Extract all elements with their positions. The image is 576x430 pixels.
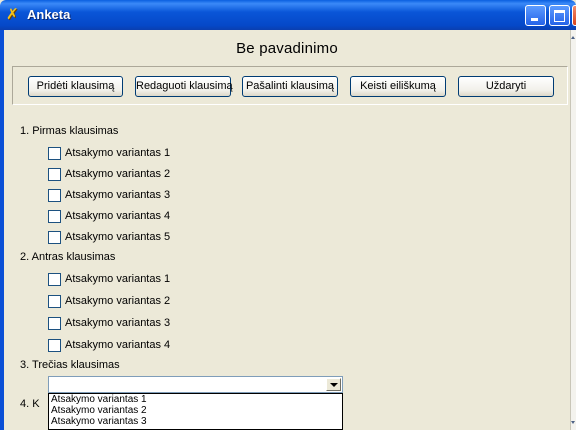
combobox-dropdown[interactable]: Atsakymo variantas 1 Atsakymo variantas … xyxy=(48,393,343,430)
checkbox[interactable] xyxy=(48,146,61,160)
checkbox[interactable] xyxy=(48,272,61,286)
answer-option[interactable]: Atsakymo variantas 2 xyxy=(48,167,170,181)
answer-option[interactable]: Atsakymo variantas 1 xyxy=(48,272,170,286)
checkbox[interactable] xyxy=(48,338,61,352)
answer-option[interactable]: Atsakymo variantas 5 xyxy=(48,230,170,244)
option-label: Atsakymo variantas 5 xyxy=(65,231,171,243)
close-icon[interactable] xyxy=(572,5,576,26)
answer-option[interactable]: Atsakymo variantas 4 xyxy=(48,338,170,352)
option-label: Atsakymo variantas 3 xyxy=(65,317,171,329)
question-label: 3. Trečias klausimas xyxy=(20,359,120,371)
option-label: Atsakymo variantas 2 xyxy=(65,295,171,307)
option-label: Atsakymo variantas 1 xyxy=(65,273,171,285)
answer-option[interactable]: Atsakymo variantas 2 xyxy=(48,294,170,308)
window-title: Anketa xyxy=(27,7,71,22)
option-label: Atsakymo variantas 2 xyxy=(65,168,171,180)
anketa-app-icon[interactable]: ✗ xyxy=(6,6,22,22)
question-label: 4. K xyxy=(20,398,40,410)
chevron-down-icon[interactable] xyxy=(326,378,341,391)
form-title: Be pavadinimo xyxy=(236,40,338,57)
answer-option[interactable]: Atsakymo variantas 1 xyxy=(48,146,170,160)
checkbox[interactable] xyxy=(48,188,61,202)
answer-option[interactable]: Atsakymo variantas 4 xyxy=(48,209,170,223)
dropdown-option[interactable]: Atsakymo variantas 2 xyxy=(49,405,342,416)
checkbox[interactable] xyxy=(48,230,61,244)
option-label: Atsakymo variantas 1 xyxy=(65,147,171,159)
minimize-icon[interactable] xyxy=(525,5,546,26)
question-label: 2. Antras klausimas xyxy=(20,251,116,263)
reorder-button[interactable]: Keisti eiliškumą xyxy=(350,76,446,97)
maximize-icon[interactable] xyxy=(549,5,570,26)
delete-question-button[interactable]: Pašalinti klausimą xyxy=(242,76,338,97)
edit-question-button[interactable]: Redaguoti klausimą xyxy=(135,76,233,97)
answer-option[interactable]: Atsakymo variantas 3 xyxy=(48,188,170,202)
window-frame xyxy=(0,30,4,430)
option-label: Atsakymo variantas 4 xyxy=(65,210,171,222)
close-button[interactable]: Uždaryti xyxy=(458,76,554,97)
scroll-up-icon[interactable] xyxy=(571,36,575,39)
scroll-down-icon[interactable] xyxy=(571,421,575,424)
vertical-scrollbar[interactable] xyxy=(570,30,576,430)
checkbox[interactable] xyxy=(48,167,61,181)
title-bar[interactable]: ✗ Anketa xyxy=(0,0,576,30)
dropdown-option[interactable]: Atsakymo variantas 1 xyxy=(49,394,342,405)
answer-option[interactable]: Atsakymo variantas 3 xyxy=(48,316,170,330)
answer-combobox[interactable] xyxy=(48,376,343,393)
checkbox[interactable] xyxy=(48,209,61,223)
checkbox[interactable] xyxy=(48,294,61,308)
add-question-button[interactable]: Pridėti klausimą xyxy=(28,76,123,97)
checkbox[interactable] xyxy=(48,316,61,330)
dropdown-option[interactable]: Atsakymo variantas 3 xyxy=(49,416,342,427)
option-label: Atsakymo variantas 3 xyxy=(65,189,171,201)
question-label: 1. Pirmas klausimas xyxy=(20,125,119,137)
option-label: Atsakymo variantas 4 xyxy=(65,339,171,351)
